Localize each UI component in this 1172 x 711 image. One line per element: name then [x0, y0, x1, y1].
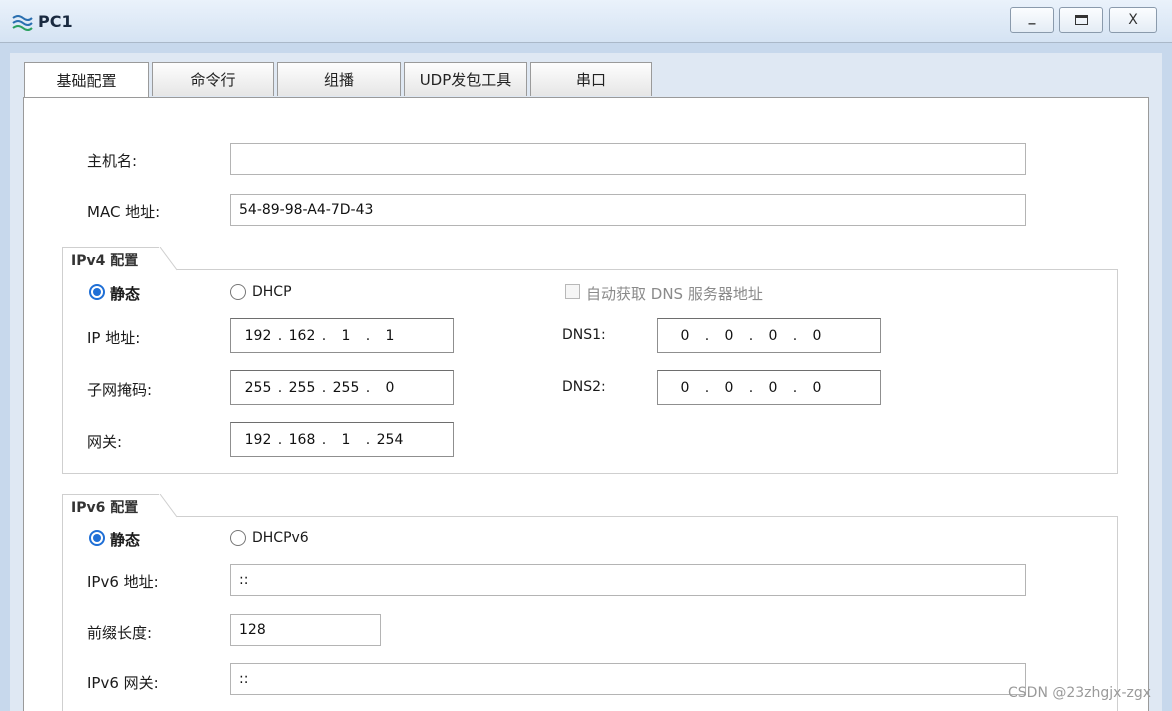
title-bar[interactable] — [0, 0, 1172, 43]
tab-basic-config[interactable]: 基础配置 — [24, 62, 149, 98]
subnet-mask-input[interactable]: 255. 255. 255. 0 — [230, 370, 454, 405]
ipv6-dhcp-radio[interactable] — [230, 530, 246, 546]
dns2-octet: 0 — [680, 379, 690, 396]
ipv4-static-label: 静态 — [110, 285, 141, 303]
group-tab-edge — [159, 494, 177, 518]
ip-octet: 162 — [288, 327, 316, 344]
dns2-octet: 0 — [724, 379, 734, 396]
maximize-icon — [1074, 15, 1088, 25]
ipv6-static-radio[interactable] — [89, 530, 105, 546]
ipv6-address-label: IPv6 地址: — [87, 573, 159, 591]
window-title: PC1 — [38, 12, 73, 31]
close-button[interactable]: X — [1109, 7, 1157, 33]
gateway-label: 网关: — [87, 433, 123, 451]
dns1-octet: 0 — [724, 327, 734, 344]
mask-octet: 255 — [332, 379, 360, 396]
ipv6-gateway-input[interactable]: :: — [230, 663, 1026, 695]
gateway-octet: 192 — [244, 431, 272, 448]
subnet-mask-label: 子网掩码: — [87, 381, 153, 399]
network-pc-icon — [12, 15, 33, 31]
ip-octet: 192 — [244, 327, 272, 344]
ipv6-gateway-label: IPv6 网关: — [87, 674, 159, 692]
watermark: CSDN @23zhgjx-zgx — [1008, 685, 1152, 701]
dns2-input[interactable]: 0. 0. 0. 0 — [657, 370, 881, 405]
ipv6-static-label: 静态 — [110, 531, 141, 549]
mask-octet: 255 — [288, 379, 316, 396]
dns1-octet: 0 — [768, 327, 778, 344]
ip-octet: 1 — [341, 327, 351, 344]
ip-address-input[interactable]: 192. 162. 1. 1 — [230, 318, 454, 353]
mac-label: MAC 地址: — [87, 203, 161, 221]
mac-address-field[interactable]: 54-89-98-A4-7D-43 — [230, 194, 1026, 226]
auto-dns-label: 自动获取 DNS 服务器地址 — [586, 285, 763, 303]
ipv6-dhcp-label: DHCPv6 — [252, 530, 309, 546]
dns2-octet: 0 — [812, 379, 822, 396]
tab-command-line[interactable]: 命令行 — [152, 62, 274, 96]
dns1-label: DNS1: — [562, 327, 606, 343]
auto-dns-checkbox[interactable] — [565, 284, 580, 299]
mask-octet: 0 — [385, 379, 395, 396]
dns1-octet: 0 — [812, 327, 822, 344]
ipv6-address-input[interactable]: :: — [230, 564, 1026, 596]
gateway-octet: 254 — [376, 431, 404, 448]
ipv4-static-radio[interactable] — [89, 284, 105, 300]
dns1-octet: 0 — [680, 327, 690, 344]
ipv4-dhcp-radio[interactable] — [230, 284, 246, 300]
hostname-label: 主机名: — [87, 152, 138, 170]
dns1-input[interactable]: 0. 0. 0. 0 — [657, 318, 881, 353]
prefix-length-input[interactable]: 128 — [230, 614, 381, 646]
ipv4-group-title: IPv4 配置 — [62, 247, 160, 271]
close-icon: X — [1128, 12, 1138, 28]
hostname-input[interactable] — [230, 143, 1026, 175]
minimize-button[interactable]: _ — [1010, 7, 1054, 33]
minimize-icon: _ — [1028, 9, 1036, 25]
gateway-octet: 168 — [288, 431, 316, 448]
gateway-octet: 1 — [341, 431, 351, 448]
tab-udp-tool[interactable]: UDP发包工具 — [404, 62, 527, 96]
maximize-button[interactable] — [1059, 7, 1103, 33]
tab-multicast[interactable]: 组播 — [277, 62, 401, 96]
ipv4-dhcp-label: DHCP — [252, 284, 292, 300]
ip-octet: 1 — [385, 327, 395, 344]
ipv6-group-title: IPv6 配置 — [62, 494, 160, 518]
dns2-label: DNS2: — [562, 379, 606, 395]
mask-octet: 255 — [244, 379, 272, 396]
dns2-octet: 0 — [768, 379, 778, 396]
prefix-length-label: 前缀长度: — [87, 624, 153, 642]
group-tab-edge — [159, 247, 177, 271]
ip-address-label: IP 地址: — [87, 329, 141, 347]
gateway-input[interactable]: 192. 168. 1. 254 — [230, 422, 454, 457]
tab-serial[interactable]: 串口 — [530, 62, 652, 96]
